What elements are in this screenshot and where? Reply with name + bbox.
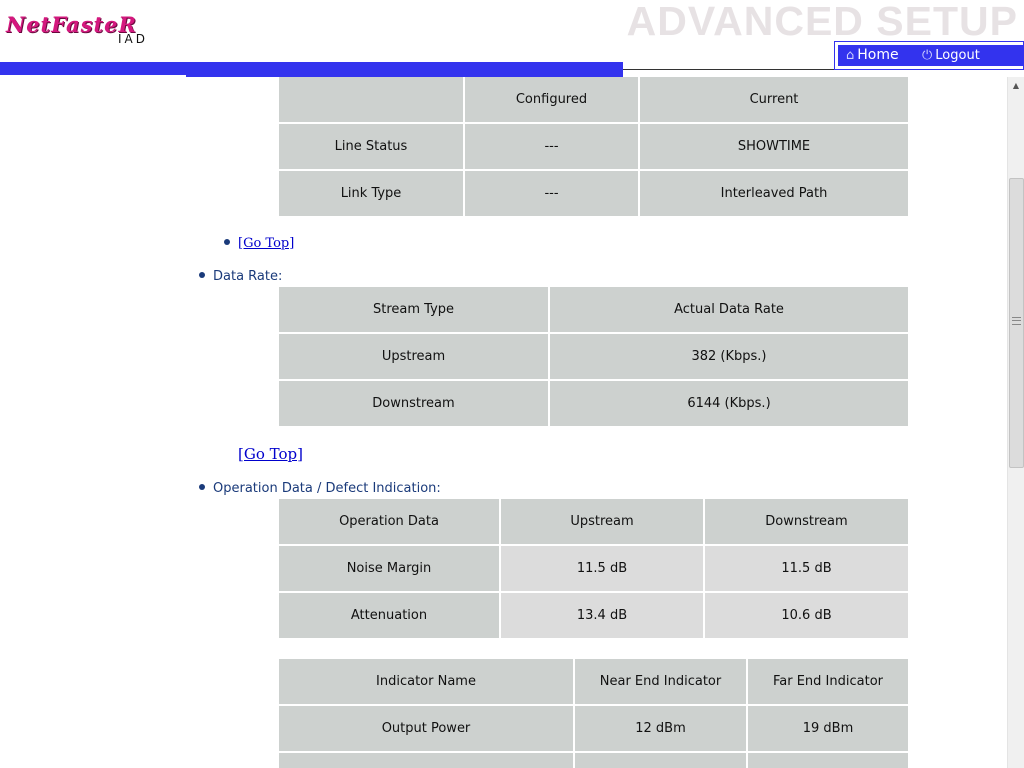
table-header-cell: Stream Type [279,287,550,334]
home-label: Home [857,47,899,63]
header-accent-bar [0,62,623,75]
table-row: Link Type --- Interleaved Path [279,171,908,218]
table-header-cell [279,77,465,124]
logout-label: Logout [935,48,980,63]
table-header-row: Configured Current [279,77,908,124]
bullet-icon [199,483,205,490]
table-cell: 11.5 dB [501,546,705,593]
table-header-row: Indicator Name Near End Indicator Far En… [279,659,908,706]
table-header-cell: Operation Data [279,499,501,546]
bullet-icon [199,271,205,278]
home-link[interactable]: ⌂ Home [846,47,899,63]
table-cell: 382 (Kbps.) [550,334,908,381]
logo-sub-text: IAD [118,32,148,46]
data-rate-table: Stream Type Actual Data Rate Upstream 38… [279,287,908,428]
table-cell [279,753,575,768]
scroll-thumb[interactable] [1009,178,1024,468]
table-cell: 6144 (Kbps.) [550,381,908,428]
table-header-cell: Upstream [501,499,705,546]
table-cell: Interleaved Path [640,171,908,218]
table-header-cell: Actual Data Rate [550,287,908,334]
table-cell [575,753,748,768]
indicator-table: Indicator Name Near End Indicator Far En… [279,659,908,768]
grip-icon [1012,317,1021,325]
power-icon: ⏻ [922,48,933,63]
table-row: Line Status --- SHOWTIME [279,124,908,171]
operation-heading-label: Operation Data / Defect Indication: [213,481,441,496]
table-cell: 12 dBm [575,706,748,753]
bullet-icon [224,238,230,245]
top-nav-box: ⌂ Home ⏻ Logout [834,41,1024,70]
table-cell: Link Type [279,171,465,218]
operation-heading: Operation Data / Defect Indication: [199,481,441,496]
table-row: Noise Margin 11.5 dB 11.5 dB [279,546,908,593]
operation-data-table: Operation Data Upstream Downstream Noise… [279,499,908,640]
table-header-row: Stream Type Actual Data Rate [279,287,908,334]
home-icon: ⌂ [846,48,855,63]
logout-link[interactable]: ⏻ Logout [922,48,980,63]
table-row [279,753,908,768]
table-row: Downstream 6144 (Kbps.) [279,381,908,428]
netfaster-logo: NetFasteR IAD [6,12,181,46]
data-rate-heading: Data Rate: [199,269,282,284]
table-row: Output Power 12 dBm 19 dBm [279,706,908,753]
go-top-link[interactable]: [Go Top] [238,445,303,463]
table-header-cell: Indicator Name [279,659,575,706]
table-cell: 11.5 dB [705,546,908,593]
vertical-scrollbar[interactable]: ▲ [1007,77,1024,768]
table-cell: Attenuation [279,593,501,640]
table-cell: Downstream [279,381,550,428]
table-cell: --- [465,171,640,218]
table-cell: SHOWTIME [640,124,908,171]
table-cell: Output Power [279,706,575,753]
go-top-link[interactable]: [Go Top] [238,236,294,251]
table-header-cell: Configured [465,77,640,124]
table-row: Upstream 382 (Kbps.) [279,334,908,381]
table-cell: 13.4 dB [501,593,705,640]
table-cell [748,753,908,768]
table-cell: 10.6 dB [705,593,908,640]
table-row: Attenuation 13.4 dB 10.6 dB [279,593,908,640]
table-cell: Upstream [279,334,550,381]
table-header-cell: Current [640,77,908,124]
scroll-up-arrow-icon[interactable]: ▲ [1008,77,1024,94]
table-header-cell: Downstream [705,499,908,546]
banner-title: ADVANCED SETUP [626,0,1018,44]
header-banner: NetFasteR IAD ADVANCED SETUP ⌂ Home ⏻ Logo… [0,0,1024,77]
table-cell: 19 dBm [748,706,908,753]
data-rate-heading-label: Data Rate: [213,269,283,284]
table-cell: Line Status [279,124,465,171]
table-cell: --- [465,124,640,171]
line-status-table: Configured Current Line Status --- SHOWT… [279,77,908,218]
main-content: Configured Current Line Status --- SHOWT… [0,77,1007,768]
table-header-cell: Near End Indicator [575,659,748,706]
go-top-item: [Go Top] [224,236,294,251]
top-nav: ⌂ Home ⏻ Logout [838,45,1023,66]
table-header-cell: Far End Indicator [748,659,908,706]
table-header-row: Operation Data Upstream Downstream [279,499,908,546]
table-cell: Noise Margin [279,546,501,593]
